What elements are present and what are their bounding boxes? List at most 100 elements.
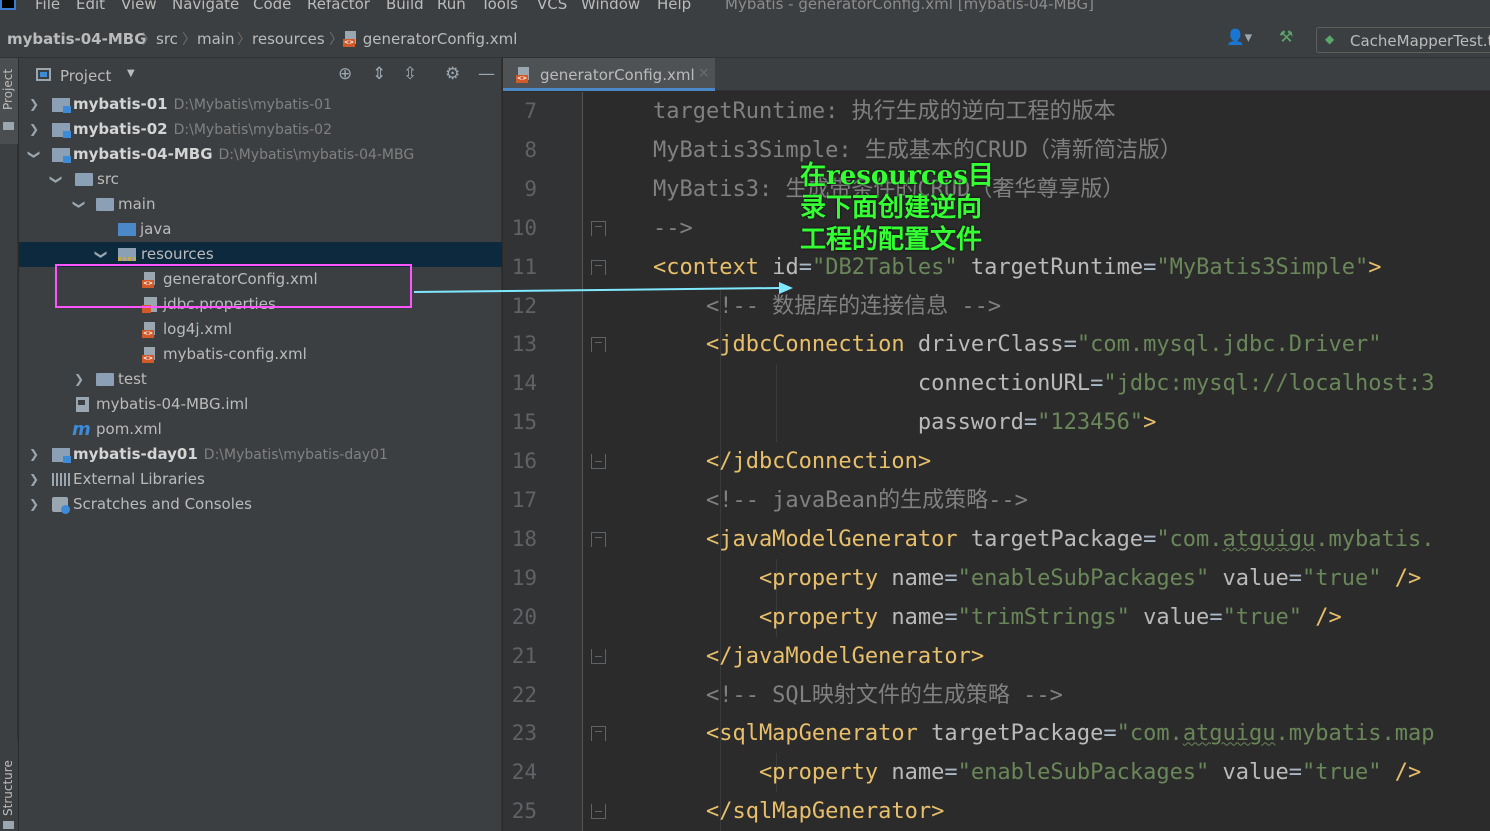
- chevron-down-icon[interactable]: ❯: [89, 249, 114, 261]
- fold-marker-icon[interactable]: [591, 648, 606, 664]
- code-token: targetRuntime: [957, 254, 1144, 280]
- build-hammer-icon[interactable]: ⚒: [1279, 27, 1293, 46]
- module-name: mybatis-04-MBG: [73, 145, 213, 163]
- code-token: -->: [600, 215, 693, 241]
- fold-marker-icon[interactable]: [591, 726, 606, 742]
- expand-all-icon[interactable]: ⇕: [372, 64, 386, 84]
- code-token: driverClass: [904, 332, 1064, 358]
- tree-item-label: test: [118, 370, 147, 388]
- code-token: "true": [1302, 565, 1382, 591]
- tree-item-mybatis-config[interactable]: mybatis-config.xml: [19, 342, 502, 367]
- breadcrumb-src[interactable]: src: [156, 30, 178, 48]
- folder-icon: [3, 122, 14, 130]
- menu-navigate[interactable]: Navigate: [172, 0, 239, 12]
- user-icon[interactable]: 👤▾: [1226, 28, 1252, 46]
- module-name: mybatis-01: [73, 95, 168, 113]
- code-editor[interactable]: targetRuntime: 执行生成的逆向工程的版本 MyBatis3Simp…: [600, 92, 1490, 831]
- code-token: name: [878, 760, 945, 786]
- gear-icon[interactable]: ⚙: [445, 64, 460, 84]
- breadcrumb-main[interactable]: main: [197, 30, 234, 48]
- tree-item-log4j[interactable]: log4j.xml: [19, 317, 502, 342]
- code-token: value: [1209, 565, 1289, 591]
- tree-item-mybatis-04-mbg[interactable]: ❯ mybatis-04-MBG D:\Mybatis\mybatis-04-MB…: [19, 142, 502, 167]
- breadcrumb-project[interactable]: mybatis-04-MBG: [7, 30, 147, 48]
- fold-marker-icon[interactable]: [591, 259, 606, 275]
- fold-marker-icon[interactable]: [591, 337, 606, 353]
- chevron-down-icon[interactable]: ❯: [22, 149, 47, 161]
- fold-marker-icon[interactable]: [591, 804, 606, 820]
- menu-vcs[interactable]: VCS: [537, 0, 567, 12]
- menu-refactor[interactable]: Refactor: [307, 0, 370, 12]
- close-icon[interactable]: ×: [698, 65, 710, 81]
- collapse-all-icon[interactable]: ⇳: [403, 64, 417, 84]
- code-line: <property name="enableSubPackages" value…: [600, 753, 1421, 792]
- menu-window[interactable]: Window: [581, 0, 640, 12]
- tree-item-external-libraries[interactable]: ❯ External Libraries: [19, 467, 502, 492]
- code-token: </jdbcConnection>: [600, 449, 932, 475]
- code-token: "com.: [1116, 721, 1183, 747]
- chevron-right-icon[interactable]: ❯: [73, 367, 85, 392]
- menu-view[interactable]: View: [121, 0, 157, 12]
- tree-item-mybatis-day01[interactable]: ❯ mybatis-day01 D:\Mybatis\mybatis-day01: [19, 442, 502, 467]
- tree-item-label: src: [97, 170, 119, 188]
- project-view-icon: [36, 68, 51, 81]
- menu-run[interactable]: Run: [437, 0, 466, 12]
- hide-panel-icon[interactable]: —: [478, 64, 495, 84]
- menu-code[interactable]: Code: [253, 0, 291, 12]
- tree-item-src[interactable]: ❯ src: [19, 167, 502, 192]
- fold-marker-icon[interactable]: [591, 220, 606, 236]
- run-configuration-selector[interactable]: ◆ CacheMapperTest.t: [1316, 27, 1490, 53]
- project-tool-tab[interactable]: Project: [0, 58, 18, 144]
- navigation-bar: mybatis-04-MBG 〉 src 〉 main 〉 resources …: [0, 18, 1490, 58]
- code-line: </javaModelGenerator>: [600, 637, 984, 676]
- menu-file[interactable]: File: [35, 0, 60, 12]
- tree-item-main[interactable]: ❯ main: [19, 192, 502, 217]
- chevron-right-icon[interactable]: ❯: [28, 467, 40, 492]
- tree-item-label: mybatis-config.xml: [163, 345, 307, 363]
- code-token: <!-- javaBean的生成策略-->: [600, 488, 1028, 513]
- tree-item-label: mybatis-02 D:\Mybatis\mybatis-02: [73, 117, 332, 143]
- code-token: "enableSubPackages": [957, 565, 1210, 591]
- fold-marker-icon[interactable]: [591, 531, 606, 547]
- menu-bar: File Edit View Navigate Code Refactor Bu…: [0, 0, 1490, 18]
- tree-item-mybatis-01[interactable]: ❯ mybatis-01 D:\Mybatis\mybatis-01: [19, 92, 502, 117]
- line-number: 17: [511, 488, 537, 512]
- menu-tools[interactable]: Tools: [481, 0, 518, 12]
- chevron-down-icon[interactable]: ❯: [44, 174, 69, 186]
- menu-edit[interactable]: Edit: [76, 0, 105, 12]
- tree-item-label: main: [118, 195, 156, 213]
- menu-help[interactable]: Help: [657, 0, 691, 12]
- chevron-right-icon[interactable]: ❯: [28, 92, 40, 117]
- xml-file-icon: [142, 322, 157, 338]
- tree-item-label: java: [140, 220, 172, 238]
- code-token: =: [944, 565, 958, 591]
- tree-item-iml[interactable]: mybatis-04-MBG.iml: [19, 392, 502, 417]
- tab-generatorconfig[interactable]: generatorConfig.xml ×: [503, 58, 715, 91]
- tree-item-scratches[interactable]: ❯ Scratches and Consoles: [19, 492, 502, 517]
- menu-build[interactable]: Build: [386, 0, 424, 12]
- locate-file-icon[interactable]: ⊕: [338, 64, 352, 84]
- chevron-down-icon[interactable]: ▼: [127, 68, 135, 79]
- tree-item-java[interactable]: java: [19, 217, 502, 242]
- chevron-right-icon[interactable]: ❯: [28, 492, 40, 517]
- code-token: </sqlMapGenerator>: [600, 799, 945, 825]
- line-number: 14: [511, 371, 537, 396]
- code-token: =: [1288, 760, 1303, 786]
- chevron-right-icon[interactable]: ❯: [28, 442, 40, 467]
- structure-tool-tab[interactable]: Structure: [0, 741, 18, 831]
- line-number: 19: [511, 565, 537, 590]
- breadcrumb-resources[interactable]: resources: [252, 30, 325, 48]
- line-number: 20: [511, 604, 537, 629]
- fold-marker-icon[interactable]: [591, 454, 606, 470]
- scratches-icon: [52, 497, 70, 514]
- code-token: "true": [1302, 760, 1382, 786]
- chevron-down-icon[interactable]: ❯: [67, 199, 92, 211]
- structure-tool-tab-label: Structure: [1, 760, 15, 816]
- chevron-right-icon[interactable]: ❯: [28, 117, 40, 142]
- tree-item-mybatis-02[interactable]: ❯ mybatis-02 D:\Mybatis\mybatis-02: [19, 117, 502, 142]
- tree-item-pom[interactable]: m pom.xml: [19, 417, 502, 442]
- breadcrumb-file[interactable]: generatorConfig.xml: [343, 30, 517, 48]
- project-panel-title[interactable]: Project: [60, 67, 111, 85]
- tree-item-test[interactable]: ❯ test: [19, 367, 502, 392]
- tree-item-label: log4j.xml: [163, 320, 233, 338]
